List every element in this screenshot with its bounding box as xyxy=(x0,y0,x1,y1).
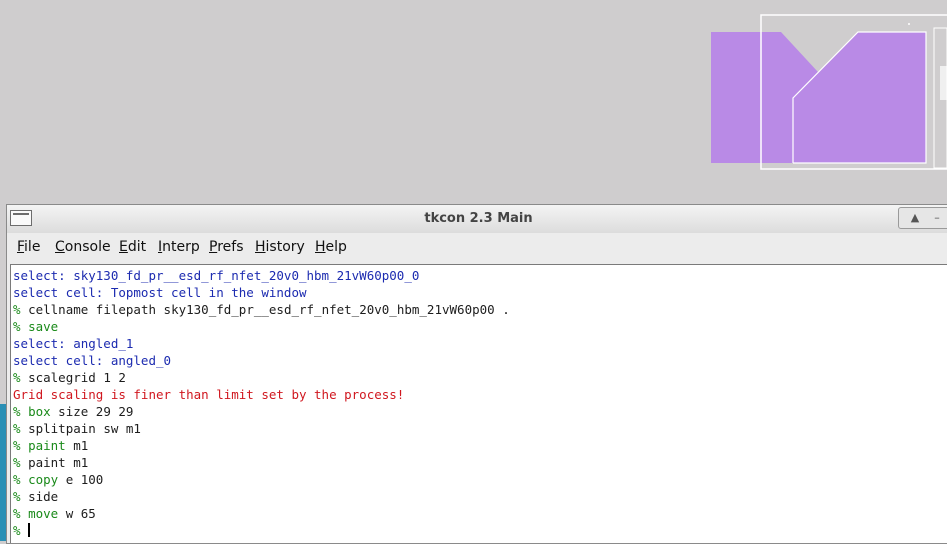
console-output: select cell: angled_0 xyxy=(13,353,172,368)
console-line: % paint m1 xyxy=(13,454,947,471)
console-prompt: % xyxy=(13,523,29,538)
menu-console[interactable]: Console xyxy=(55,239,111,255)
console-line: % side xyxy=(13,488,947,505)
layout-canvas[interactable] xyxy=(0,0,947,205)
console-line: % scalegrid 1 2 xyxy=(13,369,947,386)
text-cursor xyxy=(28,523,31,537)
console-command: side xyxy=(28,489,59,504)
console-prompt: % xyxy=(13,455,29,470)
window-controls: ▲ – xyxy=(898,207,947,229)
scroll-handle xyxy=(940,66,947,100)
console-output: select: sky130_fd_pr__esd_rf_nfet_20v0_h… xyxy=(13,268,420,283)
console-command: splitpain xyxy=(28,421,96,436)
console-command: move xyxy=(28,506,59,521)
menu-bar: File Console Edit Interp Prefs History H… xyxy=(7,233,947,263)
metal1-angled-shape xyxy=(781,32,926,163)
console-output: m1 xyxy=(65,455,89,470)
console-line: % move w 65 xyxy=(13,505,947,522)
console-line: select: sky130_fd_pr__esd_rf_nfet_20v0_h… xyxy=(13,267,947,284)
console-prompt: % xyxy=(13,489,29,504)
console-text-area[interactable]: select: sky130_fd_pr__esd_rf_nfet_20v0_h… xyxy=(10,264,947,543)
maximize-icon[interactable]: ▲ xyxy=(905,210,925,226)
menu-edit[interactable]: Edit xyxy=(119,239,146,255)
console-command: cellname xyxy=(28,302,89,317)
console-line: select: angled_1 xyxy=(13,335,947,352)
console-output: select cell: Topmost cell in the window xyxy=(13,285,307,300)
console-output: sw m1 xyxy=(95,421,141,436)
console-command: paint xyxy=(28,438,66,453)
console-prompt: % xyxy=(13,421,29,436)
console-output: e 100 xyxy=(58,472,104,487)
metal1-block-left xyxy=(711,32,781,163)
console-output: select: angled_1 xyxy=(13,336,134,351)
console-line: % splitpain sw m1 xyxy=(13,420,947,437)
console-prompt: % xyxy=(13,472,29,487)
console-prompt: % xyxy=(13,438,29,453)
menu-history[interactable]: History xyxy=(255,239,305,255)
console-command: paint xyxy=(28,455,66,470)
menu-prefs[interactable]: Prefs xyxy=(209,239,244,255)
console-prompt: % xyxy=(13,302,29,317)
console-output: size 29 29 xyxy=(50,404,134,419)
console-output: m1 xyxy=(65,438,89,453)
menu-interp[interactable]: Interp xyxy=(158,239,200,255)
console-command: save xyxy=(28,319,59,334)
console-line: % save xyxy=(13,318,947,335)
title-bar[interactable]: tkcon 2.3 Main ▲ – xyxy=(7,205,947,234)
console-prompt: % xyxy=(13,319,29,334)
console-line: % copy e 100 xyxy=(13,471,947,488)
layout-drawing xyxy=(711,14,947,170)
console-line: select cell: Topmost cell in the window xyxy=(13,284,947,301)
console-prompt: % xyxy=(13,370,29,385)
window-title: tkcon 2.3 Main xyxy=(424,211,533,226)
cursor-dot xyxy=(908,23,910,25)
minimize-icon[interactable]: – xyxy=(927,210,947,226)
console-line: % xyxy=(13,522,947,539)
console-command: box xyxy=(28,404,51,419)
console-line: % cellname filepath sky130_fd_pr__esd_rf… xyxy=(13,301,947,318)
menu-help[interactable]: Help xyxy=(315,239,347,255)
console-line: select cell: angled_0 xyxy=(13,352,947,369)
console-line: % box size 29 29 xyxy=(13,403,947,420)
console-output: w 65 xyxy=(58,506,96,521)
console-prompt: % xyxy=(13,404,29,419)
tkcon-window: tkcon 2.3 Main ▲ – File Console Edit Int… xyxy=(6,204,947,544)
console-command: scalegrid xyxy=(28,370,96,385)
console-prompt: % xyxy=(13,506,29,521)
console-command: copy xyxy=(28,472,59,487)
console-line: % paint m1 xyxy=(13,437,947,454)
console-output: Grid scaling is finer than limit set by … xyxy=(13,387,405,402)
console-output: 1 2 xyxy=(95,370,126,385)
console-line: Grid scaling is finer than limit set by … xyxy=(13,386,947,403)
menu-file[interactable]: File xyxy=(17,239,40,255)
console-output: filepath sky130_fd_pr__esd_rf_nfet_20v0_… xyxy=(88,302,510,317)
